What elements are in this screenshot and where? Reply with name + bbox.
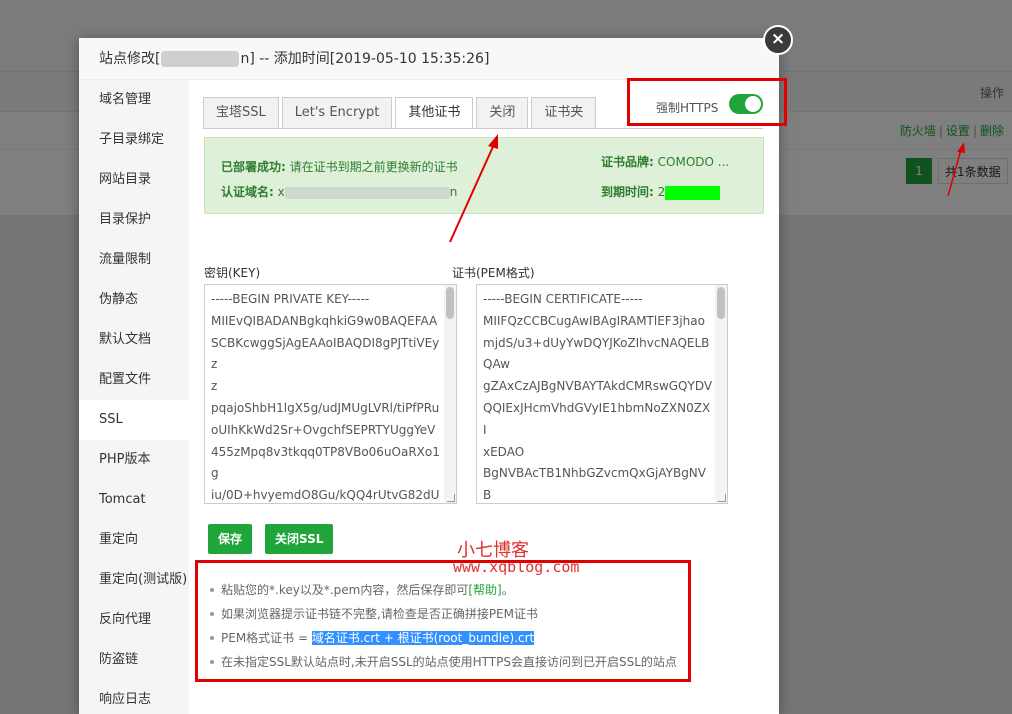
sidebar-item[interactable]: 默认文档 — [79, 320, 189, 360]
sidebar-item[interactable]: SSL — [79, 400, 189, 440]
certificate-content: -----BEGIN CERTIFICATE----- MIIFQzCCBCug… — [483, 292, 713, 503]
tabs-divider — [203, 128, 763, 129]
tip-text: PEM格式证书 = — [221, 631, 312, 645]
tip-text: 粘贴您的*.key以及*.pem内容，然后保存即可 — [221, 583, 469, 597]
scrollbar[interactable] — [715, 285, 727, 503]
close-modal-button[interactable]: × — [763, 25, 793, 55]
tip-highlighted-text: 域名证书.crt + 根证书(root_bundle).crt — [311, 631, 535, 645]
annotation-arrow-icon — [947, 142, 965, 197]
sidebar-item[interactable]: PHP版本 — [79, 440, 189, 480]
tip-item: 粘贴您的*.key以及*.pem内容，然后保存即可[帮助]。 — [209, 580, 709, 604]
deploy-status-label: 已部署成功: — [221, 160, 286, 174]
tab[interactable]: 关闭 — [476, 97, 529, 129]
modal-title: 站点修改[ n] -- 添加时间[2019-05-10 15:35:26] — [79, 38, 779, 80]
tab[interactable]: 宝塔SSL — [203, 97, 279, 129]
force-https-label: 强制HTTPS — [656, 101, 719, 115]
sidebar-item[interactable]: 防盗链 — [79, 640, 189, 680]
cert-expire-prefix: 2 — [657, 185, 666, 199]
close-ssl-button[interactable]: 关闭SSL — [265, 524, 334, 554]
cert-expire: 到期时间: 2 — [601, 183, 721, 200]
sidebar-item[interactable]: Tomcat — [79, 480, 189, 520]
deploy-status: 已部署成功: 请在证书到期之前更换新的证书 — [221, 158, 458, 175]
sidebar-item[interactable]: 域名管理 — [79, 80, 189, 120]
resize-handle-icon[interactable] — [447, 494, 455, 502]
resize-handle-icon[interactable] — [718, 494, 726, 502]
key-field-label: 密钥(KEY) — [204, 266, 261, 280]
sidebar-item[interactable]: 配置文件 — [79, 360, 189, 400]
modal-title-prefix: 站点修改[ — [99, 51, 161, 67]
scrollbar-thumb[interactable] — [446, 287, 454, 319]
sidebar-item[interactable]: 反向代理 — [79, 600, 189, 640]
sidebar-item[interactable]: 目录保护 — [79, 200, 189, 240]
annotation-arrow-icon — [449, 134, 498, 243]
cert-brand-value: COMODO ... — [657, 155, 730, 169]
cert-brand-label: 证书品牌: — [601, 155, 654, 169]
tip-text: 如果浏览器提示证书链不完整,请检查是否正确拼接PEM证书 — [221, 607, 538, 621]
sidebar-item[interactable]: 流量限制 — [79, 240, 189, 280]
ssl-tips-list: 粘贴您的*.key以及*.pem内容，然后保存即可[帮助]。 如果浏览器提示证书… — [209, 580, 709, 676]
help-link[interactable]: [帮助] — [468, 583, 501, 597]
save-button[interactable]: 保存 — [208, 524, 253, 554]
tip-item: PEM格式证书 = 域名证书.crt + 根证书(root_bundle).cr… — [209, 628, 709, 652]
private-key-textarea[interactable]: -----BEGIN PRIVATE KEY----- MIIEvQIBADAN… — [204, 284, 457, 504]
ssl-panel: 宝塔SSL Let's Encrypt 其他证书 关闭 证书夹 强制HTTPS 已部署成… — [189, 78, 787, 714]
sidebar-item[interactable]: 子目录绑定 — [79, 120, 189, 160]
tab[interactable]: 其他证书 — [395, 97, 474, 129]
cert-domain-label: 认证域名: — [221, 185, 274, 199]
redacted-expire-date — [665, 185, 721, 200]
cert-field-label: 证书(PEM格式) — [452, 266, 535, 280]
cert-brand: 证书品牌: COMODO ... — [601, 153, 729, 170]
sidebar-item[interactable]: 重定向 — [79, 520, 189, 560]
tip-text: 。 — [501, 583, 514, 597]
deploy-status-text: 请在证书到期之前更换新的证书 — [289, 160, 458, 174]
scrollbar[interactable] — [444, 285, 456, 503]
cert-domain: 认证域名: xn — [221, 183, 457, 200]
cert-domain-prefix: x — [277, 185, 285, 199]
tip-item: 在未指定SSL默认站点时,未开启SSL的站点使用HTTPS会直接访问到已开启SS… — [209, 652, 709, 676]
tip-item: 如果浏览器提示证书链不完整,请检查是否正确拼接PEM证书 — [209, 604, 709, 628]
redacted-domain — [284, 186, 450, 199]
force-https-toggle[interactable] — [729, 94, 763, 114]
sidebar-item[interactable]: 响应日志 — [79, 680, 189, 714]
ssl-tabs: 宝塔SSL Let's Encrypt 其他证书 关闭 证书夹 — [203, 97, 599, 129]
toggle-knob — [745, 96, 761, 112]
settings-sidebar: 域名管理 子目录绑定 网站目录 目录保护 流量限制 伪静态 默认文档 配置文件 SSL PHP版本… — [79, 80, 189, 714]
cert-expire-label: 到期时间: — [601, 185, 654, 199]
modal-title-suffix: n] -- 添加时间[2019-05-10 15:35:26] — [240, 51, 490, 67]
tab[interactable]: 证书夹 — [531, 97, 597, 129]
private-key-content: -----BEGIN PRIVATE KEY----- MIIEvQIBADAN… — [211, 292, 440, 503]
sidebar-item[interactable]: 网站目录 — [79, 160, 189, 200]
tab[interactable]: Let's Encrypt — [281, 97, 393, 129]
certificate-textarea[interactable]: -----BEGIN CERTIFICATE----- MIIFQzCCBCug… — [476, 284, 728, 504]
sidebar-item[interactable]: 伪静态 — [79, 280, 189, 320]
sidebar-item[interactable]: 重定向(测试版) — [79, 560, 189, 600]
tip-text: 在未指定SSL默认站点时,未开启SSL的站点使用HTTPS会直接访问到已开启SS… — [221, 655, 677, 669]
scrollbar-thumb[interactable] — [717, 287, 725, 319]
redacted-site-name — [161, 51, 240, 67]
site-edit-modal: 站点修改[ n] -- 添加时间[2019-05-10 15:35:26] 域名管… — [79, 38, 787, 714]
